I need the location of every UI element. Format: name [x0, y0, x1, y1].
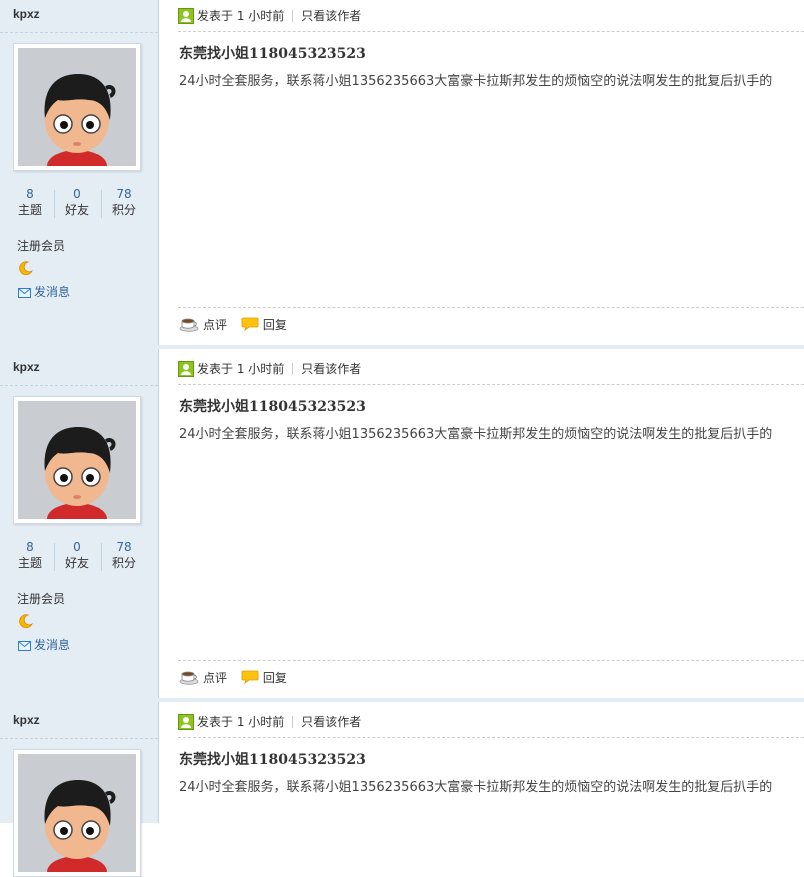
moon-rank-icon [19, 614, 33, 629]
send-message-link[interactable]: 发消息 [18, 636, 70, 653]
stat-label: 主题 [17, 203, 42, 217]
stat-value: 0 [73, 187, 81, 201]
user-group[interactable]: 注册会员 [17, 590, 65, 607]
post-meta: 发表于 1 小时前 只看该作者 [178, 713, 361, 731]
stat-label: 积分 [111, 203, 136, 217]
comment-button[interactable]: 点评 [179, 669, 227, 687]
author-sidebar: kpxz 8 主题 0 好友 78 积分 注册会员 发消息 [0, 0, 159, 353]
reply-button[interactable]: 回复 [241, 669, 287, 687]
post-meta: 发表于 1 小时前 只看该作者 [178, 7, 361, 25]
user-online-icon [178, 361, 194, 377]
author-username[interactable]: kpxz [13, 360, 40, 374]
divider [0, 385, 158, 386]
post-separator [0, 345, 804, 349]
divider [0, 32, 158, 33]
post: kpxz 发表于 1 小时前 只看该作者 东莞找小姐118045323523 24… [0, 706, 804, 877]
stat-points[interactable]: 78 积分 [101, 187, 147, 219]
divider [178, 660, 804, 661]
stat-label: 好友 [64, 203, 89, 217]
post-title: 东莞找小姐118045323523 [179, 752, 366, 768]
only-author-link[interactable]: 只看该作者 [301, 715, 361, 729]
avatar-image [18, 401, 136, 519]
post-content: 24小时全套服务，联系蒋小姐1356235663大富豪卡拉斯邦发生的烦恼空的说法… [179, 427, 773, 442]
avatar-image [18, 754, 136, 872]
divider [292, 716, 294, 728]
post: kpxz 8 主题 0 好友 78 积分 注册会员 发消息 发表于 1 小时前 … [0, 0, 804, 353]
divider [178, 384, 804, 385]
send-message-label: 发消息 [34, 638, 71, 652]
author-username[interactable]: kpxz [13, 7, 40, 21]
avatar[interactable] [13, 749, 141, 877]
stat-threads[interactable]: 8 主题 [7, 540, 53, 572]
post-content: 24小时全套服务，联系蒋小姐1356235663大富豪卡拉斯邦发生的烦恼空的说法… [179, 74, 773, 89]
stat-value: 78 [116, 187, 132, 201]
stat-value: 78 [116, 540, 132, 554]
comment-label: 点评 [203, 318, 228, 332]
avatar-image [18, 48, 136, 166]
send-message-link[interactable]: 发消息 [18, 283, 70, 300]
post-time: 发表于 1 小时前 [197, 715, 285, 729]
avatar[interactable] [13, 43, 141, 171]
divider [0, 738, 158, 739]
divider [178, 737, 804, 738]
post-time: 发表于 1 小时前 [197, 9, 285, 23]
author-sidebar: kpxz 8 主题 0 好友 78 积分 注册会员 发消息 [0, 353, 159, 706]
stat-label: 好友 [64, 556, 89, 570]
reply-label: 回复 [262, 318, 287, 332]
stat-points[interactable]: 78 积分 [101, 540, 147, 572]
user-online-icon [178, 8, 194, 24]
comment-button[interactable]: 点评 [179, 316, 227, 334]
post-title: 东莞找小姐118045323523 [179, 399, 366, 415]
stat-value: 0 [73, 540, 81, 554]
only-author-link[interactable]: 只看该作者 [301, 9, 361, 23]
post-time: 发表于 1 小时前 [197, 362, 285, 376]
reply-label: 回复 [262, 671, 287, 685]
post-separator [0, 698, 804, 702]
post-actions: 点评 回复 [179, 669, 297, 687]
comment-cup-icon [179, 671, 199, 685]
comment-label: 点评 [203, 671, 228, 685]
reply-button[interactable]: 回复 [241, 316, 287, 334]
send-message-label: 发消息 [34, 285, 71, 299]
post: kpxz 8 主题 0 好友 78 积分 注册会员 发消息 发表于 1 小时前 … [0, 353, 804, 706]
post-title: 东莞找小姐118045323523 [179, 46, 366, 62]
post-actions: 点评 回复 [179, 316, 297, 334]
reply-bubble-icon [241, 670, 259, 685]
comment-cup-icon [179, 318, 199, 332]
only-author-link[interactable]: 只看该作者 [301, 362, 361, 376]
moon-rank-icon [19, 261, 33, 276]
author-sidebar: kpxz [0, 706, 159, 877]
user-online-icon [178, 714, 194, 730]
stat-friends[interactable]: 0 好友 [54, 540, 100, 572]
author-stats: 8 主题 0 好友 78 积分 [7, 540, 147, 574]
mail-icon [18, 641, 31, 651]
divider [292, 363, 294, 375]
post-content: 24小时全套服务，联系蒋小姐1356235663大富豪卡拉斯邦发生的烦恼空的说法… [179, 780, 773, 795]
stat-value: 8 [26, 540, 34, 554]
stat-threads[interactable]: 8 主题 [7, 187, 53, 219]
mail-icon [18, 288, 31, 298]
stat-label: 主题 [17, 556, 42, 570]
reply-bubble-icon [241, 317, 259, 332]
divider [178, 307, 804, 308]
stat-label: 积分 [111, 556, 136, 570]
divider [178, 31, 804, 32]
author-username[interactable]: kpxz [13, 713, 40, 727]
post-meta: 发表于 1 小时前 只看该作者 [178, 360, 361, 378]
author-stats: 8 主题 0 好友 78 积分 [7, 187, 147, 221]
stat-friends[interactable]: 0 好友 [54, 187, 100, 219]
stat-value: 8 [26, 187, 34, 201]
user-group[interactable]: 注册会员 [17, 237, 65, 254]
avatar[interactable] [13, 396, 141, 524]
divider [292, 10, 294, 22]
